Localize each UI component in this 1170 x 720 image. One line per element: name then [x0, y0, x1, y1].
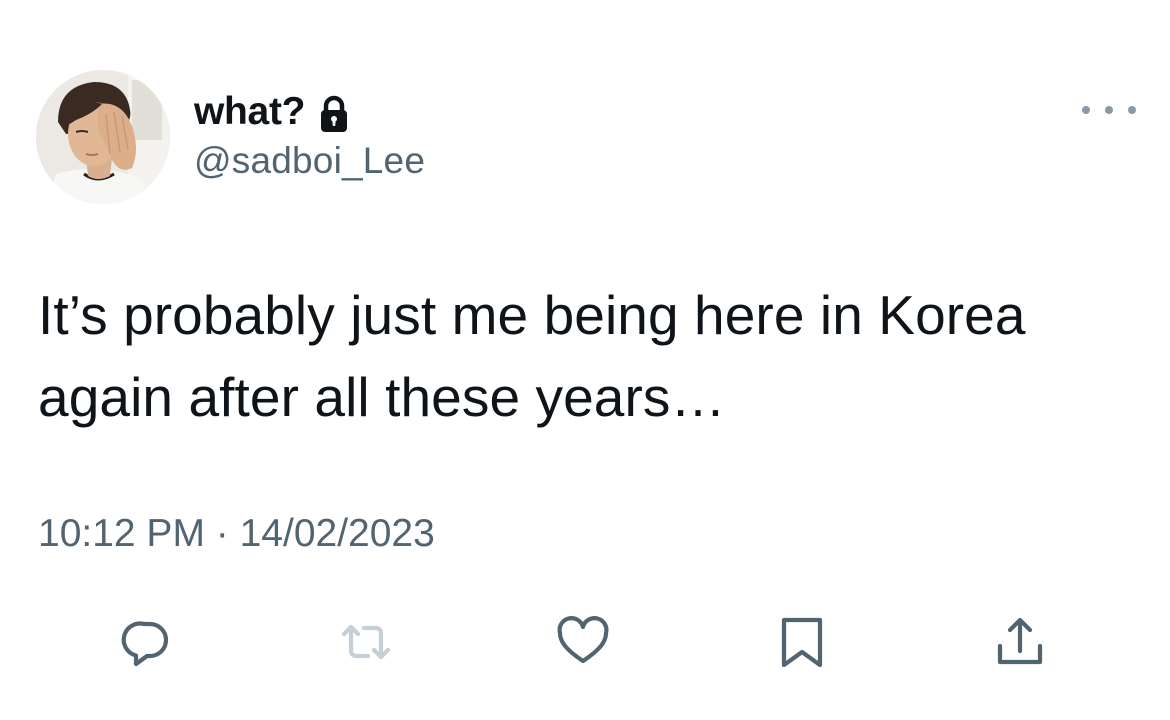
reply-button[interactable]	[114, 610, 178, 674]
display-name-row: what?	[194, 84, 349, 140]
retweet-button[interactable]	[334, 610, 398, 674]
share-button[interactable]	[988, 610, 1052, 674]
more-dots-icon	[1128, 106, 1136, 114]
meta-separator: ·	[204, 512, 240, 555]
more-dots-icon	[1082, 106, 1090, 114]
tweet-action-bar	[0, 602, 1170, 682]
avatar-image	[36, 70, 170, 204]
reply-icon	[121, 621, 169, 667]
retweet-icon	[341, 624, 391, 660]
tweet-time[interactable]: 10:12 PM	[38, 512, 205, 556]
user-handle[interactable]: @sadboi_Lee	[194, 140, 425, 182]
avatar[interactable]	[36, 70, 170, 204]
tweet-date[interactable]: 14/02/2023	[240, 512, 435, 556]
heart-icon	[557, 616, 609, 664]
bookmark-icon	[781, 617, 823, 668]
display-name[interactable]: what?	[194, 90, 305, 134]
bookmark-button[interactable]	[770, 610, 834, 674]
share-icon	[997, 617, 1043, 665]
more-options-button[interactable]	[1082, 96, 1136, 124]
lock-icon	[319, 95, 349, 133]
tweet-text: It’s probably just me being here in Kore…	[38, 284, 1026, 428]
like-button[interactable]	[551, 610, 615, 674]
tweet-timestamp: 10:12 PM · 14/02/2023	[38, 512, 435, 556]
more-dots-icon	[1105, 106, 1113, 114]
